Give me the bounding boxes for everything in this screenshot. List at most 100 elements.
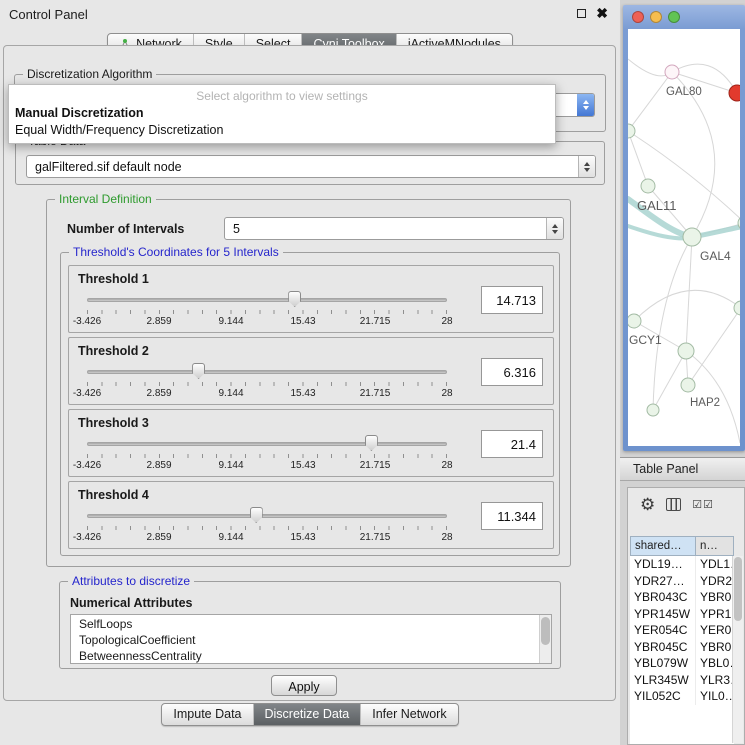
combobox-stepper-icon[interactable]: [578, 156, 595, 177]
table-cell[interactable]: YIL052C: [630, 688, 696, 705]
threshold-value-field[interactable]: 11.344: [481, 502, 543, 530]
table-row[interactable]: YDL19…YDL1…: [630, 556, 734, 573]
table-cell[interactable]: YPR1…: [696, 606, 734, 623]
network-node[interactable]: [628, 314, 641, 328]
table-cell[interactable]: YLR3…: [696, 672, 734, 689]
table-cell[interactable]: YER0…: [696, 622, 734, 639]
slider-thumb[interactable]: [288, 291, 301, 307]
network-canvas[interactable]: GAL80GAL11GAL4GCY1HAP2: [628, 29, 740, 446]
network-node-label: HAP2: [690, 397, 720, 409]
network-node-label: GCY1: [629, 333, 662, 347]
network-node[interactable]: [683, 228, 701, 246]
table-cell[interactable]: YBR043C: [630, 589, 696, 606]
network-node[interactable]: [647, 404, 659, 416]
window-title: Control Panel: [9, 7, 88, 22]
table-cell[interactable]: YLR345W: [630, 672, 696, 689]
tab-label: Impute Data: [173, 707, 241, 721]
slider-thumb[interactable]: [365, 435, 378, 451]
slider-thumb[interactable]: [192, 363, 205, 379]
table-cell[interactable]: YPR145W: [630, 606, 696, 623]
numerical-attributes-list[interactable]: SelfLoopsTopologicalCoefficientBetweenne…: [70, 614, 552, 664]
threshold-slider: [87, 291, 447, 308]
table-cell[interactable]: YIL0…: [696, 688, 734, 705]
table-scrollbar[interactable]: [732, 556, 743, 743]
table-cell[interactable]: YBR0…: [696, 639, 734, 656]
select-checkboxes-icon[interactable]: ☑☑: [692, 498, 714, 511]
table-row[interactable]: YDR27…YDR2…: [630, 573, 734, 590]
table-cell[interactable]: YDR27…: [630, 573, 696, 590]
minimize-traffic-icon[interactable]: [650, 11, 662, 23]
tick-label: 28: [441, 460, 452, 471]
table-row[interactable]: YBL079WYBL0…: [630, 655, 734, 672]
table-row[interactable]: YBR043CYBR0…: [630, 589, 734, 606]
arrow-down-icon: [584, 168, 590, 172]
network-node-label: GAL11: [637, 198, 677, 213]
close-traffic-icon[interactable]: [632, 11, 644, 23]
network-node[interactable]: [641, 179, 655, 193]
gear-icon[interactable]: ⚙: [640, 496, 655, 513]
network-node[interactable]: [678, 343, 694, 359]
tab-label: Infer Network: [372, 707, 446, 721]
slider-thumb[interactable]: [250, 507, 263, 523]
tick-label: 9.144: [218, 388, 243, 399]
table-panel-title: Table Panel: [620, 458, 745, 476]
titlebar: Control Panel ✖: [0, 0, 620, 28]
table-cell[interactable]: YBL0…: [696, 655, 734, 672]
table-row[interactable]: YBR045CYBR0…: [630, 639, 734, 656]
slider-ticks: [87, 382, 448, 386]
attribute-item-topologicalcoefficient[interactable]: TopologicalCoefficient: [71, 632, 538, 648]
columns-icon[interactable]: [666, 498, 681, 511]
algorithm-option-equal-width-frequency-discretization[interactable]: Equal Width/Frequency Discretization: [9, 122, 555, 139]
thresholds-list: Threshold 1-3.4262.8599.14415.4321.71528…: [61, 253, 559, 553]
attribute-item-selfloops[interactable]: SelfLoops: [71, 616, 538, 632]
network-node[interactable]: [628, 124, 635, 138]
scrollbar-thumb[interactable]: [541, 617, 550, 645]
slider-track[interactable]: [87, 298, 447, 302]
attribute-item-betweennesscentrality[interactable]: BetweennessCentrality: [71, 648, 538, 664]
float-window-icon[interactable]: [577, 9, 586, 18]
tab-impute-data[interactable]: Impute Data: [162, 704, 252, 725]
table-row[interactable]: YLR345WYLR3…: [630, 672, 734, 689]
table-cell[interactable]: YBR0…: [696, 589, 734, 606]
table-cell[interactable]: YER054C: [630, 622, 696, 639]
column-header[interactable]: shared…: [630, 536, 696, 556]
tick-label: -3.426: [73, 532, 101, 543]
slider-track[interactable]: [87, 514, 447, 518]
group-title-interval-definition: Interval Definition: [55, 192, 156, 206]
threshold-value-field[interactable]: 14.713: [481, 286, 543, 314]
number-of-intervals-spinner[interactable]: 5: [224, 217, 564, 240]
slider-track[interactable]: [87, 442, 447, 446]
combobox-stepper-icon[interactable]: [577, 94, 594, 116]
algorithm-option-manual-discretization[interactable]: Manual Discretization: [9, 105, 555, 122]
table-cell[interactable]: YDL1…: [696, 556, 734, 573]
tick-label: 28: [441, 316, 452, 327]
window-controls: ✖: [577, 8, 608, 19]
close-icon[interactable]: ✖: [596, 8, 608, 19]
tab-discretize-data[interactable]: Discretize Data: [253, 704, 361, 725]
apply-button[interactable]: Apply: [271, 675, 337, 696]
network-node[interactable]: [665, 65, 679, 79]
table-cell[interactable]: YDL19…: [630, 556, 696, 573]
scrollbar-thumb[interactable]: [734, 557, 742, 621]
column-header[interactable]: n…: [696, 536, 734, 556]
table-row[interactable]: YER054CYER0…: [630, 622, 734, 639]
table-data-combobox[interactable]: galFiltered.sif default node: [26, 155, 596, 178]
table-cell[interactable]: YDR2…: [696, 573, 734, 590]
table-cell[interactable]: YBL079W: [630, 655, 696, 672]
slider-ticks: [87, 526, 448, 530]
threshold-label: Threshold 3: [78, 416, 149, 430]
attributes-scrollbar[interactable]: [539, 615, 551, 663]
network-node[interactable]: [681, 378, 695, 392]
threshold-value-field[interactable]: 21.4: [481, 430, 543, 458]
tab-infer-network[interactable]: Infer Network: [360, 704, 457, 725]
table-cell[interactable]: YBR045C: [630, 639, 696, 656]
zoom-traffic-icon[interactable]: [668, 11, 680, 23]
threshold-value-field[interactable]: 6.316: [481, 358, 543, 386]
tick-label: 21.715: [360, 316, 391, 327]
table-row[interactable]: YIL052CYIL0…: [630, 688, 734, 705]
network-node[interactable]: [729, 85, 740, 101]
slider-track[interactable]: [87, 370, 447, 374]
table-row[interactable]: YPR145WYPR1…: [630, 606, 734, 623]
tick-label: 2.859: [146, 532, 171, 543]
spinner-stepper-icon[interactable]: [546, 218, 563, 239]
